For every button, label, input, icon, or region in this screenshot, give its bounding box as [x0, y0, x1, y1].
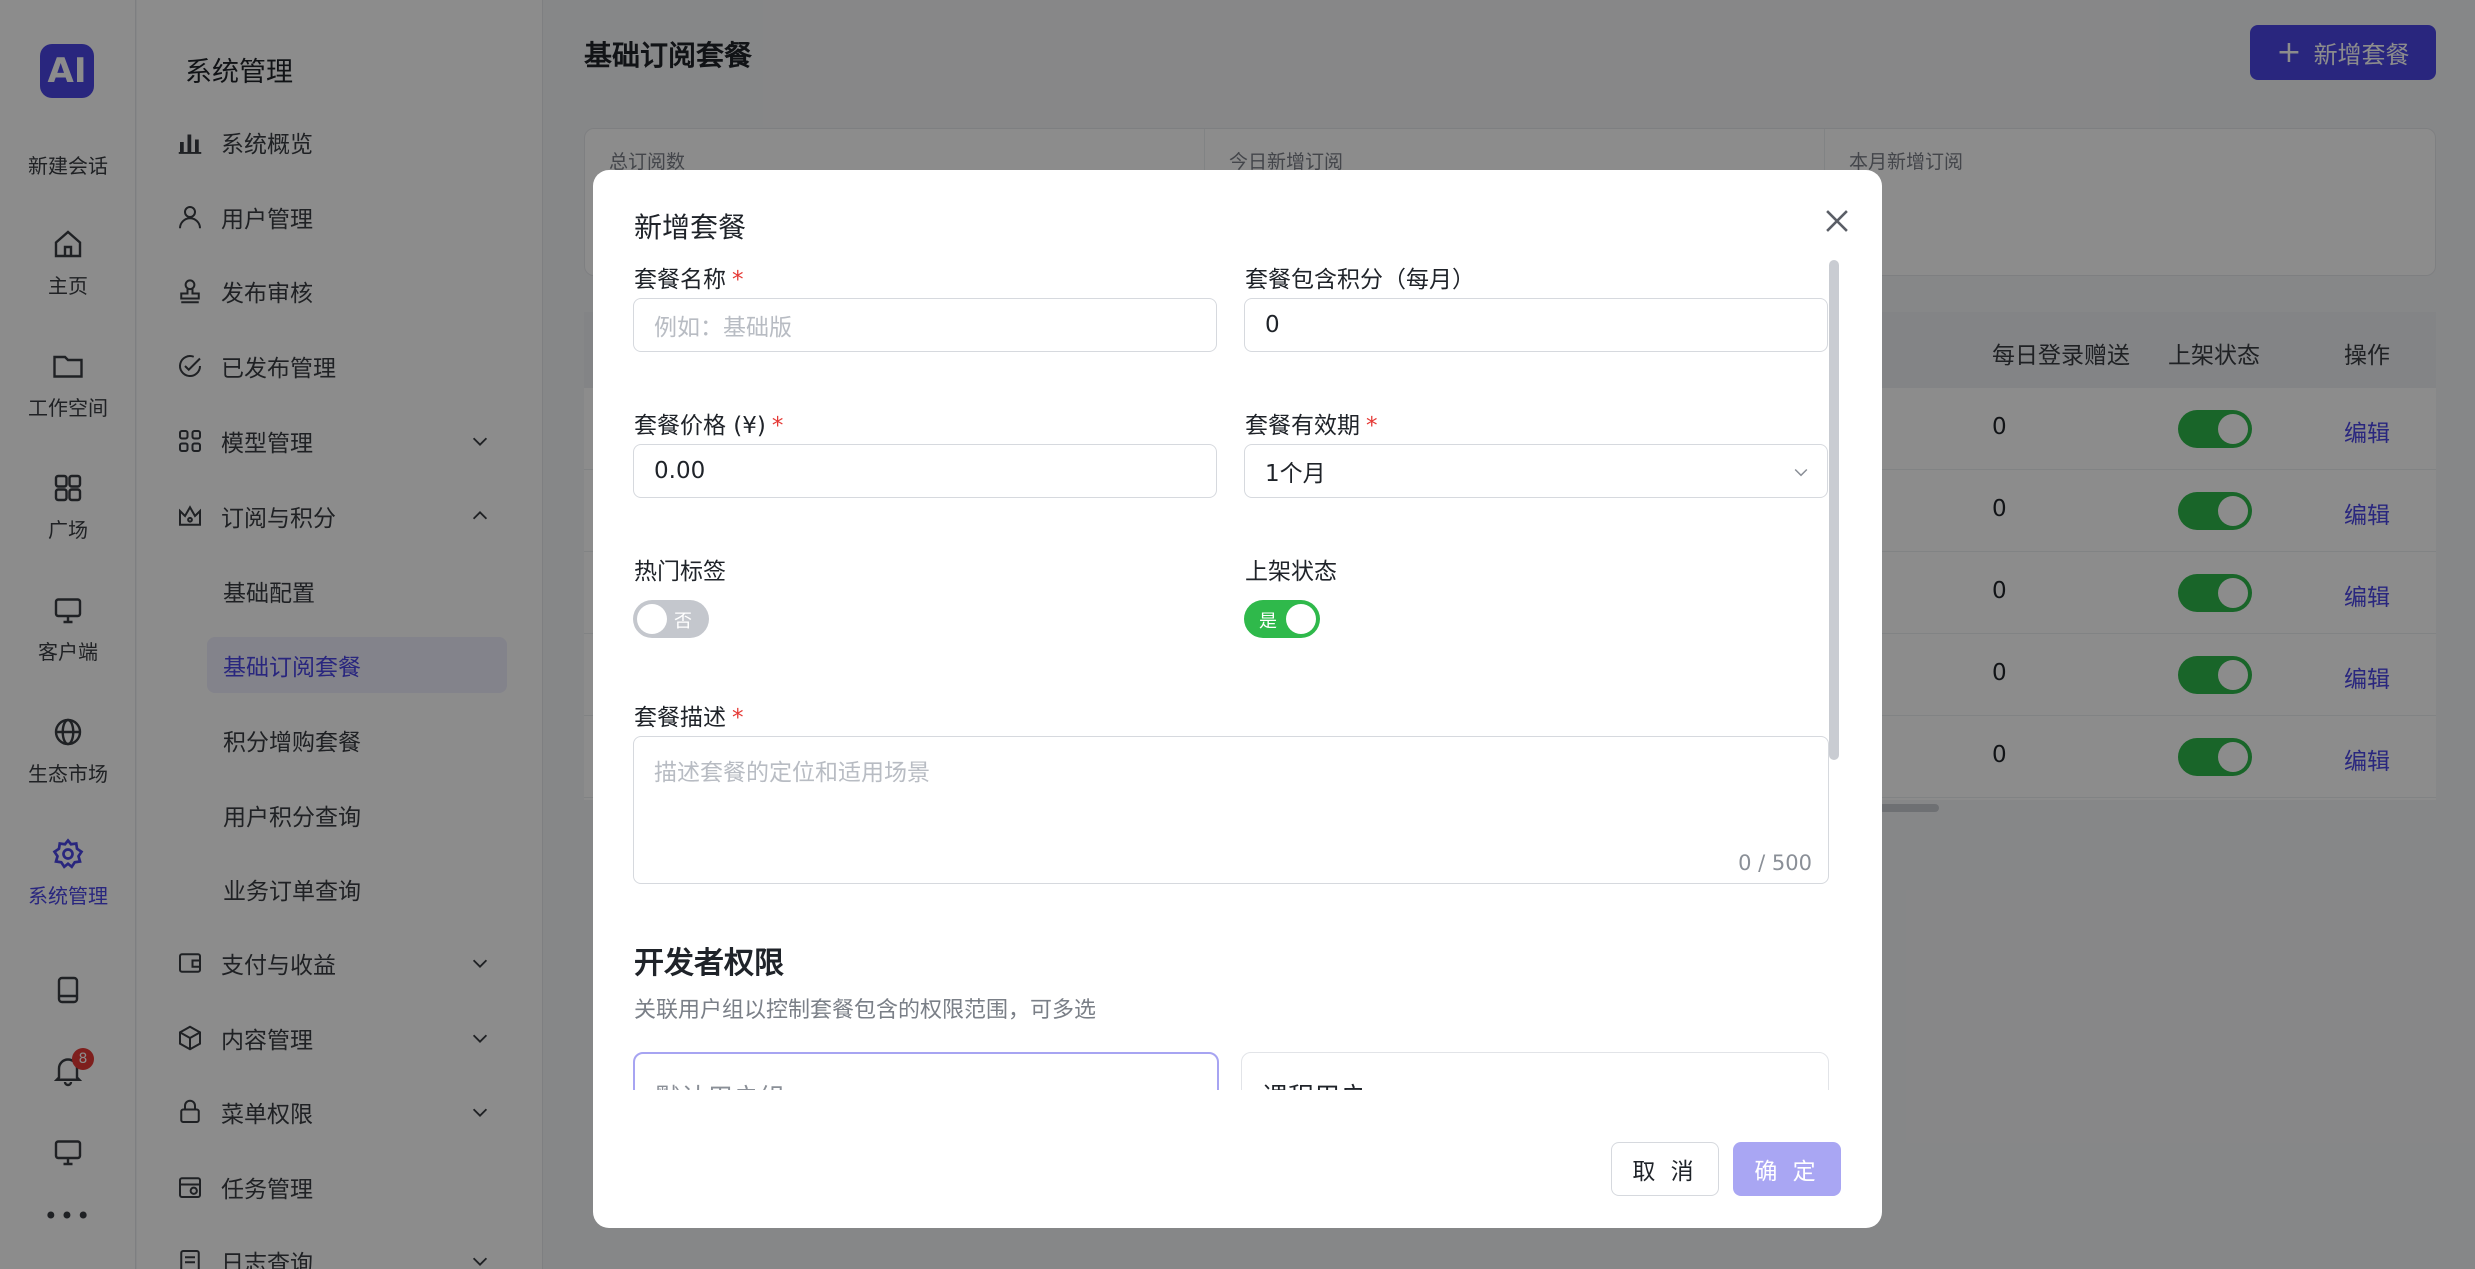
cancel-button[interactable]: 取 消: [1611, 1142, 1719, 1196]
price-value: 0.00: [654, 458, 706, 484]
dev-permission-desc: 关联用户组以控制套餐包含的权限范围，可多选: [634, 998, 1097, 1023]
hot-tag-switch-text: 否: [674, 611, 692, 632]
points-label: 套餐包含积分（每月）: [1245, 260, 1475, 294]
close-icon[interactable]: [1820, 204, 1854, 238]
required-mark: *: [732, 705, 744, 731]
points-label-text: 套餐包含积分（每月）: [1245, 267, 1475, 293]
switch-knob: [1286, 604, 1316, 634]
group-card-default[interactable]: 默认用户组: [633, 1052, 1219, 1090]
group-name: 课程用户: [1262, 1077, 1366, 1090]
dialog-title: 新增套餐: [634, 211, 747, 244]
plan-name-input[interactable]: 例如：基础版: [633, 298, 1217, 352]
price-label: 套餐价格 (¥) *: [634, 406, 783, 440]
required-mark: *: [771, 413, 784, 439]
dialog-form: 套餐名称 * 例如：基础版 套餐包含积分（每月） 0 套餐价格 (¥) * 0.00…: [593, 260, 1882, 1090]
group-card-course[interactable]: 课程用户: [1241, 1052, 1829, 1090]
hot-tag-label-text: 热门标签: [634, 559, 726, 585]
listing-switch[interactable]: 是: [1244, 600, 1320, 638]
required-mark: *: [732, 267, 744, 293]
name-label: 套餐名称 *: [634, 260, 744, 294]
description-placeholder: 描述套餐的定位和适用场景: [654, 760, 930, 786]
validity-value: 1个月: [1265, 461, 1326, 487]
required-mark: *: [1366, 413, 1378, 439]
listing-label: 上架状态: [1245, 552, 1337, 586]
validity-select[interactable]: 1个月: [1244, 444, 1828, 498]
description-label-text: 套餐描述: [634, 705, 726, 731]
price-input[interactable]: 0.00: [633, 444, 1217, 498]
price-label-text: 套餐价格 (¥): [634, 413, 766, 439]
add-plan-dialog: 新增套餐 套餐名称 * 例如：基础版 套餐包含积分（每月） 0 套餐价格 (¥) *…: [593, 170, 1882, 1228]
hot-tag-label: 热门标签: [634, 552, 726, 586]
dev-permission-title: 开发者权限: [634, 946, 784, 981]
hot-tag-switch[interactable]: 否: [633, 600, 709, 638]
description-label: 套餐描述 *: [634, 698, 744, 732]
points-input[interactable]: 0: [1244, 298, 1828, 352]
chevron-down-icon: [1794, 468, 1808, 477]
description-textarea[interactable]: 描述套餐的定位和适用场景 0 / 500: [633, 736, 1829, 884]
points-value: 0: [1265, 312, 1280, 338]
validity-label-text: 套餐有效期: [1245, 413, 1360, 439]
group-name: 默认用户组: [655, 1078, 785, 1090]
char-count: 0 / 500: [1738, 851, 1812, 875]
listing-switch-text: 是: [1259, 611, 1277, 632]
name-label-text: 套餐名称: [634, 267, 726, 293]
listing-label-text: 上架状态: [1245, 559, 1337, 585]
validity-label: 套餐有效期 *: [1245, 406, 1378, 440]
switch-knob: [637, 604, 667, 634]
confirm-button[interactable]: 确 定: [1733, 1142, 1841, 1196]
plan-name-placeholder: 例如：基础版: [654, 315, 792, 341]
